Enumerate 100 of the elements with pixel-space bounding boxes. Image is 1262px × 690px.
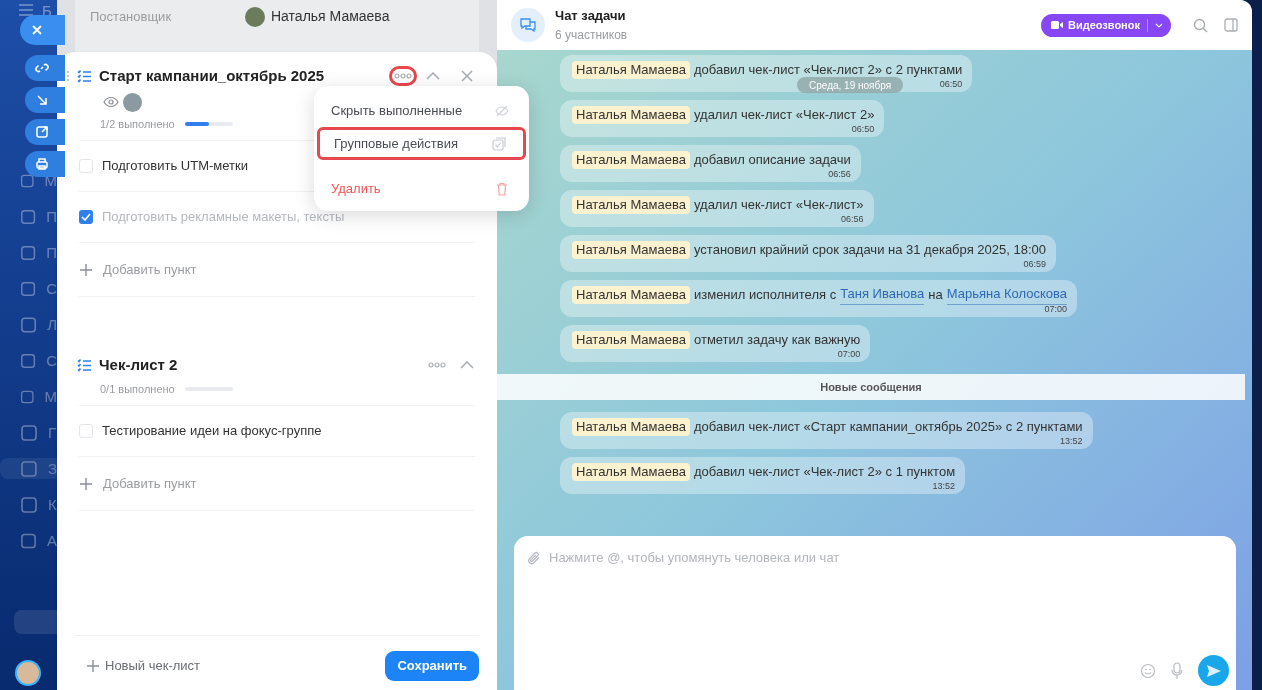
close-icon [461, 70, 473, 82]
sidebar-item-icon [20, 279, 37, 298]
sidebar-pill [14, 610, 57, 634]
microphone-icon[interactable] [1170, 661, 1184, 680]
message-text: добавил чек-лист «Чек-лист 2» с 1 пунктом [694, 462, 956, 481]
menu-item[interactable]: Скрыть выполненные [317, 94, 526, 127]
more-icon [428, 362, 446, 368]
checklist-item-text: Подготовить UTM-метки [102, 157, 248, 176]
new-checklist-button[interactable]: Новый чек-лист [87, 656, 201, 676]
add-item-button[interactable]: Добавить пункт [79, 243, 475, 297]
sidebar-label[interactable]: А [47, 533, 57, 548]
checklist-icon [77, 358, 91, 372]
sidebar-label[interactable]: М [44, 389, 57, 404]
camera-icon [1049, 20, 1064, 30]
menu-item[interactable]: Групповые действия [317, 127, 526, 160]
more-icon [394, 73, 412, 79]
sidebar-label[interactable]: З [47, 461, 57, 476]
print-button[interactable] [25, 151, 65, 177]
chat-icon [519, 17, 537, 33]
author-name[interactable]: Наталья Мамаева [572, 150, 690, 169]
message-text: удалил чек-лист «Чек-лист» [694, 195, 864, 214]
add-item-button[interactable]: Добавить пункт [79, 457, 475, 511]
author-name[interactable]: Наталья Мамаева [572, 462, 690, 481]
checklist-title[interactable]: Чек-лист 2 [99, 353, 423, 377]
external-link-icon [34, 124, 50, 140]
external-link-button[interactable] [25, 119, 65, 145]
message-time: 06:56 [828, 169, 851, 180]
message-text: добавил описание задачи [694, 150, 851, 169]
menu-item[interactable]: Удалить [317, 172, 526, 205]
checklist-icon [77, 69, 91, 83]
message-text: на [928, 285, 943, 304]
close-button[interactable] [20, 15, 65, 45]
chat-subtitle: 6 участников [555, 26, 629, 44]
sidebar-label[interactable]: С [46, 281, 57, 296]
user-avatar[interactable] [15, 660, 41, 686]
author-name[interactable]: Наталья Мамаева [572, 240, 690, 259]
message-time: 07:00 [1044, 304, 1068, 315]
sidebar-item-icon [20, 315, 38, 334]
checklist-item-text: Тестирование идеи на фокус-группе [102, 422, 322, 441]
checkbox[interactable] [79, 210, 93, 224]
print-icon [34, 156, 50, 172]
sidebar-label[interactable]: П [46, 245, 57, 260]
message-text: изменил исполнителя с [694, 285, 837, 304]
message-text: добавил чек-лист «Старт кампании_октябрь 2025» с 2 пунктами [694, 417, 1083, 436]
sidebar-panel-icon[interactable] [1224, 18, 1238, 32]
author-name[interactable]: Наталья Мамаева [572, 105, 690, 124]
author-name[interactable]: Наталья Мамаева [572, 330, 690, 349]
checkbox[interactable] [79, 424, 93, 438]
emoji-icon[interactable] [1140, 662, 1156, 679]
arrow-button[interactable] [25, 87, 65, 113]
chevron-down-icon [1155, 22, 1163, 28]
message-time: 13:52 [1060, 436, 1083, 447]
message-time: 07:00 [837, 349, 861, 360]
author-name[interactable]: Наталья Мамаева [572, 60, 690, 79]
checkbox[interactable] [79, 159, 93, 173]
user-link[interactable]: Марьяна Колоскова [946, 284, 1068, 305]
search-icon[interactable] [1193, 17, 1208, 33]
arrow-icon [34, 92, 50, 108]
progress-text: 0/1 выполнено [100, 381, 175, 397]
plus-icon [79, 476, 93, 491]
field-label: Постановщик [90, 7, 173, 26]
paperclip-icon [527, 550, 541, 565]
trash-icon [494, 180, 510, 197]
plus-icon [87, 660, 99, 672]
message-field[interactable]: Нажмите @, чтобы упомянуть человека или чат [549, 548, 1236, 568]
sidebar-label[interactable]: П [46, 209, 57, 224]
chevron-up-icon [426, 72, 440, 80]
author-name[interactable]: Наталья Мамаева [572, 195, 690, 214]
sidebar-label[interactable]: К [48, 497, 57, 512]
message-time: 06:56 [841, 214, 864, 225]
user-link[interactable]: Таня Иванова [840, 284, 925, 305]
sidebar-label[interactable]: С [46, 353, 57, 368]
avatar[interactable] [123, 92, 142, 112]
checklist-item-text: Подготовить рекламные макеты, тексты [102, 208, 345, 227]
link-button[interactable] [25, 55, 65, 81]
message-text: удалил чек-лист «Чек-лист 2» [694, 105, 875, 124]
eye-icon [103, 96, 119, 108]
message-time: 06:50 [939, 79, 963, 90]
checklist-title[interactable]: Старт кампании_октябрь 2025 [99, 64, 389, 88]
chevron-up-icon [460, 361, 474, 369]
avatar [245, 6, 265, 27]
sidebar-label[interactable]: Г [48, 425, 57, 440]
checkbox-stack-icon [491, 135, 507, 152]
chat-title: Чат задачи [555, 7, 627, 26]
message-time: 06:50 [851, 124, 875, 135]
send-icon [1205, 663, 1222, 678]
sidebar-item-icon [20, 351, 37, 370]
message-time: 13:52 [932, 481, 956, 492]
save-button[interactable]: Сохранить [385, 651, 479, 681]
send-button[interactable] [1198, 655, 1229, 686]
progress-text: 1/2 выполнено [100, 116, 175, 132]
sidebar-label[interactable]: Л [47, 317, 57, 332]
author-name[interactable]: Наталья Мамаева [572, 285, 690, 304]
sidebar-item-icon [20, 459, 38, 478]
author-name[interactable]: Наталья Мамаева [572, 417, 690, 436]
sidebar-item-icon [20, 207, 37, 226]
date-badge: Среда, 19 ноября [797, 77, 904, 93]
sidebar-item-icon [20, 531, 37, 550]
video-call-button[interactable]: Видеозвонок [1040, 13, 1171, 37]
field-value[interactable]: Наталья Мамаева [271, 6, 390, 27]
